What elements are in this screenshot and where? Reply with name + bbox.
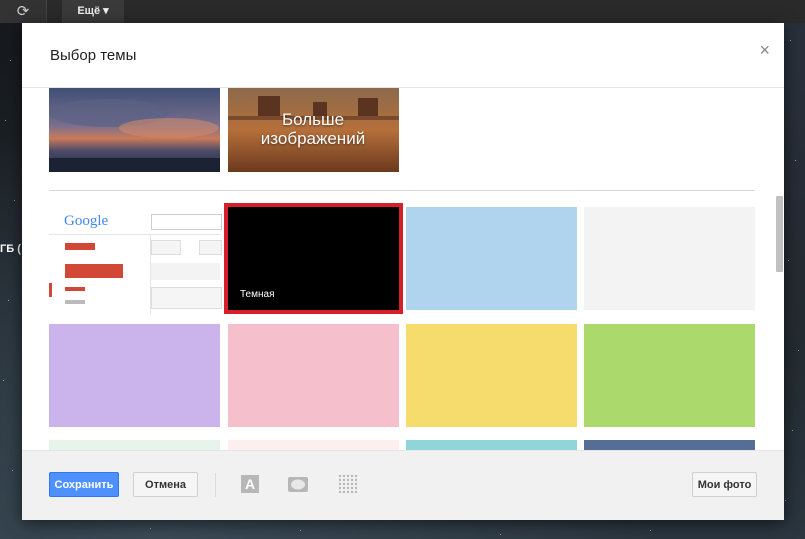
star [8, 300, 9, 301]
theme-teal[interactable] [406, 440, 577, 450]
footer-separator [215, 473, 216, 497]
theme-scroll-area[interactable]: Больше изображений Темная Google [22, 88, 784, 450]
dialog-footer: Сохранить Отмена A Мои фото [22, 450, 784, 520]
refresh-icon: ⟳ [16, 3, 30, 20]
cancel-button[interactable]: Отмена [133, 472, 198, 497]
toolbar: ⟳ Ещё ▾ [0, 0, 805, 23]
dialog-title: Выбор темы [50, 47, 137, 64]
more-images-label: Больше изображений [260, 110, 366, 148]
scrollbar-thumb[interactable] [776, 196, 783, 272]
section-divider [49, 190, 755, 191]
storage-text: ГБ ( [0, 243, 21, 255]
star [300, 530, 301, 531]
vignette-icon[interactable] [287, 473, 309, 495]
theme-yellow[interactable] [406, 324, 577, 427]
star [14, 200, 15, 201]
star [150, 528, 151, 529]
theme-slate-blue[interactable] [584, 440, 755, 450]
star [792, 430, 793, 431]
star [3, 380, 4, 381]
star [790, 40, 791, 41]
star [788, 260, 789, 261]
theme-cherry-blossom[interactable] [228, 440, 399, 450]
theme-light-gray[interactable] [584, 207, 755, 310]
theme-mint[interactable] [49, 440, 220, 450]
star [650, 530, 651, 531]
theme-pink[interactable] [228, 324, 399, 427]
theme-dark[interactable]: Темная [228, 207, 399, 310]
theme-classic[interactable] [49, 207, 220, 310]
more-images-tile[interactable]: Больше изображений [228, 88, 399, 172]
star [10, 60, 11, 61]
star [12, 470, 13, 471]
star [500, 534, 501, 535]
dialog-header: Выбор темы × [22, 23, 784, 88]
star [5, 120, 6, 121]
star [795, 160, 796, 161]
star [785, 500, 786, 501]
stormy-sky-theme[interactable] [49, 88, 220, 172]
more-button[interactable]: Ещё ▾ [62, 0, 124, 23]
theme-lavender[interactable] [49, 324, 220, 427]
close-icon[interactable]: × [759, 40, 770, 61]
theme-light-blue[interactable] [406, 207, 577, 310]
theme-green[interactable] [584, 324, 755, 427]
stormy-sky-image [49, 88, 220, 172]
blur-icon[interactable] [337, 473, 359, 495]
star [798, 350, 799, 351]
theme-label: Темная [240, 289, 275, 300]
my-photos-button[interactable]: Мои фото [692, 472, 757, 497]
svg-text:A: A [245, 476, 255, 492]
text-color-icon[interactable]: A [239, 473, 261, 495]
save-button[interactable]: Сохранить [49, 472, 119, 497]
refresh-button[interactable]: ⟳ [0, 0, 47, 23]
theme-dialog: Выбор темы × Больше изображений Темная G… [22, 23, 784, 520]
